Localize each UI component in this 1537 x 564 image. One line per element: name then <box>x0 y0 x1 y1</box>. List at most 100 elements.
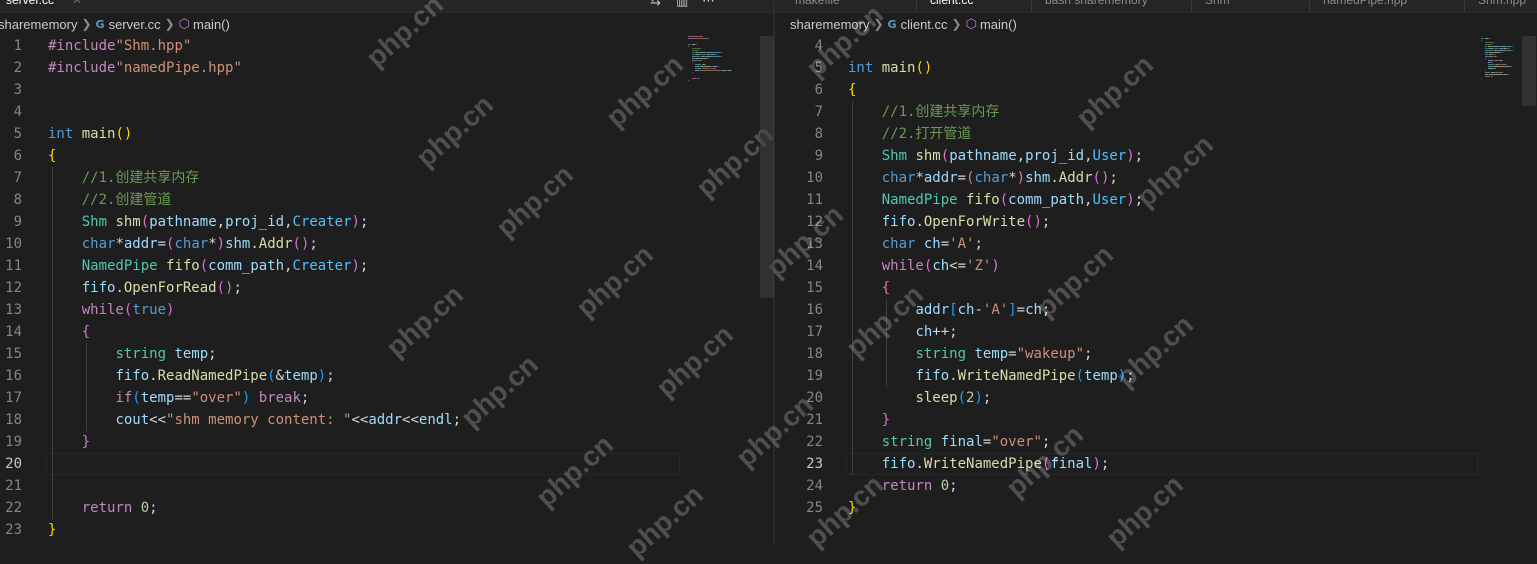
editor-pane-left[interactable]: server.cc ✕ ⇆ ▥ ⋯ sharememory ❯ G server… <box>0 0 773 544</box>
code-line[interactable]: 6{ <box>0 145 773 167</box>
minimap-mark <box>1491 76 1493 77</box>
code-line[interactable]: 12 fifo.OpenForRead(); <box>0 277 773 299</box>
code-line[interactable]: 5 int main() <box>775 57 1537 79</box>
code-line[interactable]: 7 //1.创建共享内存 <box>775 101 1537 123</box>
tab-close-icon[interactable]: ✕ <box>72 0 82 11</box>
code-line[interactable]: 15 { <box>775 277 1537 299</box>
code-line[interactable]: 18 string temp="wakeup"; <box>775 343 1537 365</box>
breadcrumb-symbol[interactable]: main() <box>193 17 230 32</box>
code-line[interactable]: 9 Shm shm(pathname,proj_id,Creater); <box>0 211 773 233</box>
code-token: ; <box>359 214 369 230</box>
breadcrumb-folder[interactable]: sharememory <box>0 17 77 32</box>
code-line[interactable]: 25} <box>775 497 1537 519</box>
tab-separator <box>1031 0 1032 12</box>
compare-icon[interactable]: ⇆ <box>650 0 661 9</box>
code-token: temp <box>284 368 318 384</box>
editor-pane-right[interactable]: makefile client.cc bash sharememory Shm name… <box>775 0 1537 544</box>
code-line[interactable]: 4 <box>775 35 1537 57</box>
tab-server-cc[interactable]: server.cc <box>6 0 54 11</box>
code-token: #include <box>48 60 116 76</box>
line-number: 16 <box>806 302 823 318</box>
code-line[interactable]: 14 while(ch<='Z') <box>775 255 1537 277</box>
code-line[interactable]: 13 while(true) <box>0 299 773 321</box>
code-line[interactable]: 1 #include"Shm.hpp" <box>0 35 773 57</box>
minimap-mark <box>1484 46 1488 47</box>
scrollbar-thumb[interactable] <box>1522 36 1536 106</box>
code-token: ( <box>140 214 150 230</box>
code-line[interactable]: 22 string final="over"; <box>775 431 1537 453</box>
line-number: 21 <box>5 478 22 494</box>
code-line[interactable]: 3 <box>0 79 773 101</box>
breadcrumb-symbol[interactable]: main() <box>980 17 1017 32</box>
code-line[interactable]: 22 return 0; <box>0 497 773 519</box>
tab-client-cc[interactable]: client.cc <box>930 0 973 11</box>
code-line[interactable]: 8 //2.创建管道 <box>0 189 773 211</box>
code-line[interactable]: 9 Shm shm(pathname,proj_id,User); <box>775 145 1537 167</box>
code-line[interactable]: 7 //1.创建共享内存 <box>0 167 773 189</box>
code-line[interactable]: 14 { <box>0 321 773 343</box>
code-line[interactable]: 24 return 0; <box>775 475 1537 497</box>
code-token: == <box>174 390 192 406</box>
code-line[interactable]: 12 fifo.OpenForWrite(); <box>775 211 1537 233</box>
tab-shm[interactable]: Shm <box>1205 0 1230 11</box>
code-line[interactable]: 16 addr[ch-'A']=ch; <box>775 299 1537 321</box>
code-token: int <box>848 60 874 76</box>
code-line[interactable]: 17 if(temp=="over") break; <box>0 387 773 409</box>
code-token: "wakeup" <box>1016 346 1085 362</box>
code-token: ; <box>949 478 958 494</box>
code-line[interactable]: 21 <box>0 475 773 497</box>
code-line[interactable]: 19 fifo.WriteNamedPipe(temp); <box>775 365 1537 387</box>
tab-makefile[interactable]: makefile <box>795 0 840 11</box>
code-line[interactable]: 5 int main() <box>0 123 773 145</box>
code-line[interactable]: 10 char*addr=(char*)shm.Addr(); <box>775 167 1537 189</box>
code-line[interactable]: 2 #include"namedPipe.hpp" <box>0 57 773 79</box>
code-line[interactable]: 8 //2.打开管道 <box>775 123 1537 145</box>
code-token: proj_id <box>1025 148 1085 164</box>
code-token: ; <box>326 368 335 384</box>
code-token: ; <box>233 280 242 296</box>
code-token: ) <box>351 258 360 274</box>
code-line[interactable]: 19 } <box>0 431 773 453</box>
code-token: ; <box>309 236 318 252</box>
code-token: Addr <box>1058 170 1093 186</box>
code-token: ; <box>452 412 462 428</box>
line-number: 17 <box>806 324 823 340</box>
code-line[interactable]: 16 fifo.ReadNamedPipe(&temp); <box>0 365 773 387</box>
tab-namedpipe-hpp[interactable]: namedPipe.hpp <box>1323 0 1407 11</box>
code-line[interactable]: 23} <box>0 519 773 541</box>
code-line[interactable]: 11 NamedPipe fifo(comm_path,User); <box>775 189 1537 211</box>
line-number: 11 <box>5 258 22 274</box>
code-token: shm <box>225 236 251 252</box>
breadcrumb-file[interactable]: client.cc <box>901 17 948 32</box>
code-line[interactable]: 21 } <box>775 409 1537 431</box>
source-text: } <box>48 519 56 541</box>
code-line[interactable]: 17 ch++; <box>775 321 1537 343</box>
code-token: () <box>1092 170 1110 186</box>
split-editor-icon[interactable]: ▥ <box>676 0 688 9</box>
code-line[interactable]: 20 sleep(2); <box>775 387 1537 409</box>
code-token: User <box>1092 148 1127 164</box>
code-line[interactable]: 23 fifo.WriteNamedPipe(final); <box>775 453 1537 475</box>
scrollbar-thumb[interactable] <box>760 36 774 298</box>
line-number: 7 <box>814 104 823 120</box>
code-line[interactable]: 6{ <box>775 79 1537 101</box>
tab-shm-hpp[interactable]: Shm.hpp <box>1478 0 1526 11</box>
minimap-left[interactable] <box>688 36 748 96</box>
tab-bash-sharememory[interactable]: bash sharememory <box>1045 0 1148 11</box>
code-line[interactable]: 18 cout<<"shm memory content: "<<addr<<e… <box>0 409 773 431</box>
code-line[interactable]: 11 NamedPipe fifo(comm_path,Creater); <box>0 255 773 277</box>
code-line[interactable]: 13 char ch='A'; <box>775 233 1537 255</box>
code-token: = <box>957 170 967 186</box>
code-line[interactable]: 10 char*addr=(char*)shm.Addr(); <box>0 233 773 255</box>
line-number: 18 <box>806 346 823 362</box>
source-text: string final="over"; <box>848 431 1051 453</box>
breadcrumb-file[interactable]: server.cc <box>109 17 161 32</box>
code-line[interactable]: 15 string temp; <box>0 343 773 365</box>
code-token: WriteNamedPipe <box>957 368 1076 384</box>
minimap-mark <box>1506 64 1508 65</box>
code-line[interactable]: 20 <box>0 453 773 475</box>
code-token: ) <box>351 214 360 230</box>
code-line[interactable]: 4 <box>0 101 773 123</box>
breadcrumb-folder[interactable]: sharememory <box>790 17 869 32</box>
more-actions-icon[interactable]: ⋯ <box>702 0 715 9</box>
